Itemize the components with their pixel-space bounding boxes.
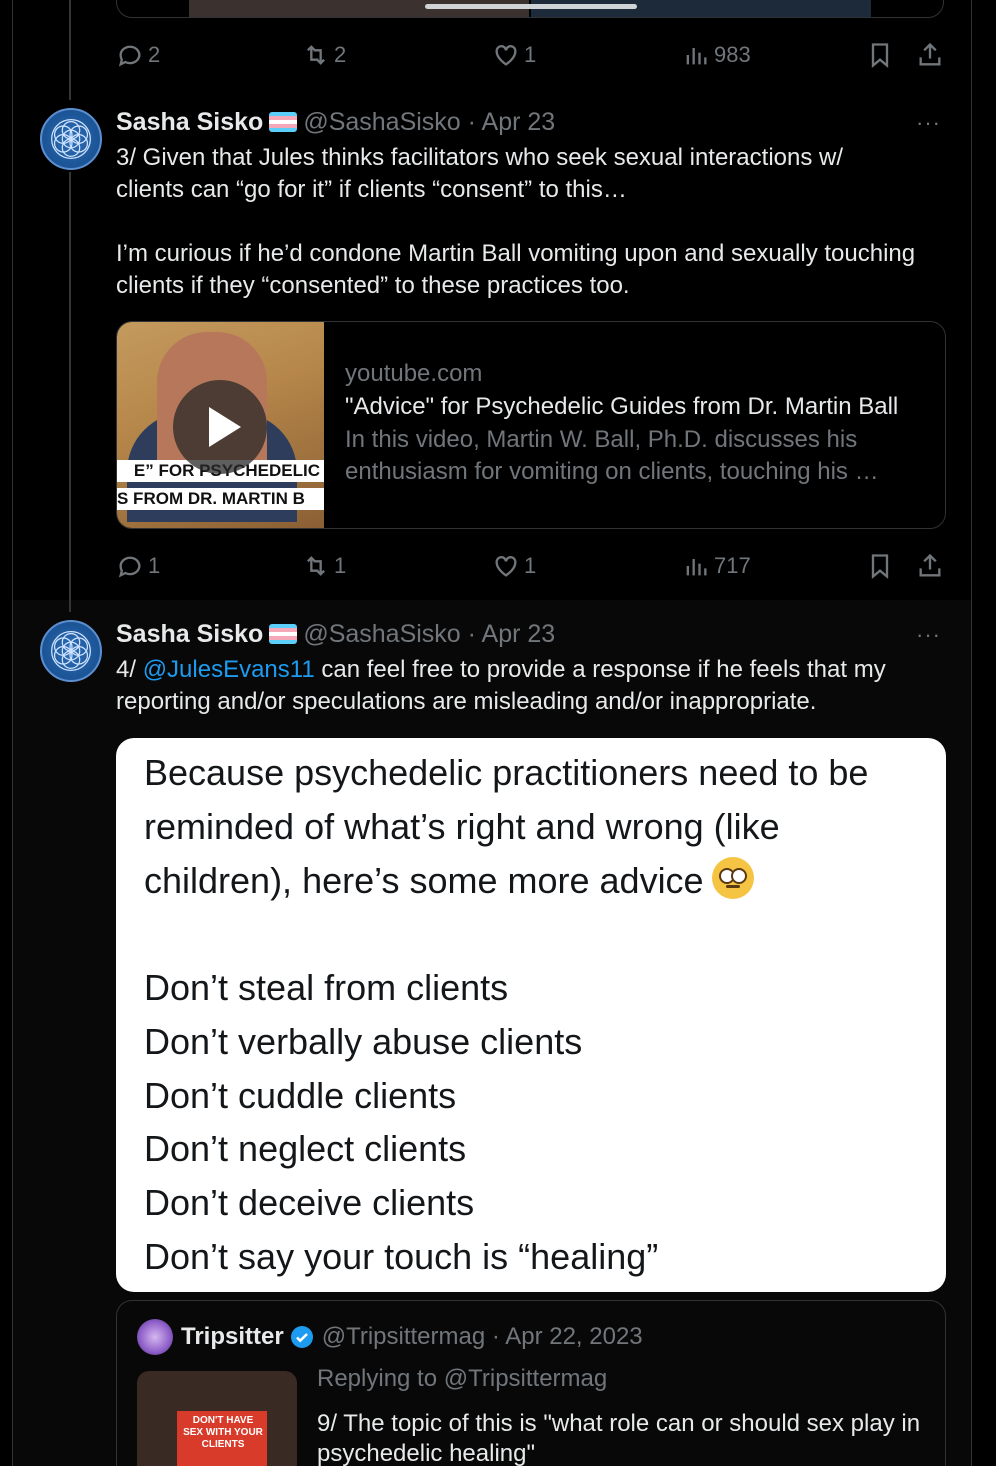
views-button[interactable]: 717 xyxy=(682,551,751,581)
share-button[interactable] xyxy=(916,40,944,70)
image-text-line: Because psychedelic practitioners need t… xyxy=(144,752,869,793)
image-text-line: reminded of what’s right and wrong (like xyxy=(144,806,780,847)
image-text-segment: children), here’s some more advice xyxy=(144,860,704,901)
attached-image[interactable]: Because psychedelic practitioners need t… xyxy=(116,738,946,1292)
reply-count: 1 xyxy=(148,553,161,578)
card-domain: youtube.com xyxy=(345,360,483,387)
quoted-tweet[interactable]: Tripsitter @Tripsittermag · Apr 22, 2023… xyxy=(116,1300,946,1466)
card-description: In this video, Martin W. Ball, Ph.D. dis… xyxy=(345,426,858,453)
tweet-header: Sasha Sisko @SashaSisko · Apr 23 xyxy=(116,107,555,137)
media-image[interactable] xyxy=(189,0,529,17)
tweet-paragraph: I’m curious if he’d condone Martin Ball … xyxy=(116,240,916,299)
views-button[interactable]: 983 xyxy=(682,40,751,70)
eye-roll-emoji-icon xyxy=(711,857,754,899)
repost-icon xyxy=(307,45,325,65)
trans-flag-icon xyxy=(269,624,298,644)
tweet-line: reporting and/or speculations are mislea… xyxy=(116,688,817,715)
quoted-tweet-text: 9/ The topic of this is "what role can o… xyxy=(317,1410,921,1466)
view-count: 717 xyxy=(714,553,751,578)
repost-button[interactable]: 2 xyxy=(302,40,346,70)
replying-to: Replying to @Tripsittermag xyxy=(317,1365,608,1392)
analytics-icon xyxy=(686,559,707,576)
share-icon xyxy=(919,553,941,577)
sign-text: DON'T HAVE SEX WITH YOUR CLIENTS xyxy=(183,1415,263,1450)
display-name[interactable]: Sasha Sisko xyxy=(116,620,263,649)
flower-of-life-icon xyxy=(51,631,91,671)
repost-count: 1 xyxy=(334,553,347,578)
reply-icon xyxy=(118,556,141,578)
repost-count: 2 xyxy=(334,42,347,67)
bookmark-icon xyxy=(871,43,889,68)
verified-badge-icon xyxy=(290,1326,313,1348)
display-name[interactable]: Tripsitter xyxy=(181,1323,284,1351)
tweet-paragraph: 3/ Given that Jules thinks facilitators … xyxy=(116,144,844,203)
previous-tweet-actions: 2 2 1 983 xyxy=(116,40,946,70)
tweet-prefix: 4/ xyxy=(116,656,143,683)
media-image[interactable] xyxy=(531,0,871,17)
handle-date[interactable]: @SashaSisko · Apr 23 xyxy=(303,620,555,649)
like-count: 1 xyxy=(524,42,537,67)
thread-line xyxy=(69,0,71,100)
card-description: enthusiasm for vomiting on clients, touc… xyxy=(345,458,879,485)
like-count: 1 xyxy=(524,553,537,578)
quoted-tweet-header: Tripsitter @Tripsittermag · Apr 22, 2023 xyxy=(181,1321,643,1353)
like-button[interactable]: 1 xyxy=(492,40,536,70)
thread-line xyxy=(69,172,71,612)
heart-icon xyxy=(495,45,517,66)
tweet-3-actions: 1 1 1 717 xyxy=(116,551,946,581)
tweet-header: Sasha Sisko @SashaSisko · Apr 23 xyxy=(116,619,555,649)
play-icon[interactable] xyxy=(173,380,267,474)
advice-item: Don’t cuddle clients xyxy=(144,1075,457,1116)
more-options-icon[interactable]: ··· xyxy=(916,110,946,135)
reply-icon xyxy=(118,45,141,67)
handle-date[interactable]: @SashaSisko · Apr 23 xyxy=(303,108,555,137)
repost-icon xyxy=(307,556,325,576)
link-card[interactable]: E” FOR PSYCHEDELIC S FROM DR. MARTIN B y… xyxy=(116,321,946,529)
heart-icon xyxy=(495,556,517,577)
advice-item: Don’t deceive clients xyxy=(144,1182,475,1223)
card-title: "Advice" for Psychedelic Guides from Dr.… xyxy=(345,393,899,420)
analytics-icon xyxy=(686,48,707,65)
avatar[interactable] xyxy=(40,620,102,682)
quoted-tweet-image[interactable]: DON'T HAVE SEX WITH YOUR CLIENTS xyxy=(137,1371,297,1466)
mention-link[interactable]: @JulesEvans11 xyxy=(143,656,315,683)
card-info: youtube.com "Advice" for Psychedelic Gui… xyxy=(345,358,935,488)
display-name[interactable]: Sasha Sisko xyxy=(116,108,263,137)
avatar[interactable] xyxy=(40,108,102,170)
share-icon xyxy=(919,42,941,66)
share-button[interactable] xyxy=(916,551,944,581)
advice-item: Don’t verbally abuse clients xyxy=(144,1021,583,1062)
reply-button[interactable]: 1 xyxy=(116,551,160,581)
handle-date[interactable]: @Tripsittermag · Apr 22, 2023 xyxy=(322,1323,643,1351)
advice-item: Don’t steal from clients xyxy=(144,967,509,1008)
bookmark-button[interactable] xyxy=(866,551,894,581)
like-button[interactable]: 1 xyxy=(492,551,536,581)
bookmark-button[interactable] xyxy=(866,40,894,70)
previous-tweet-media[interactable] xyxy=(116,0,944,18)
thumbnail-caption: S FROM DR. MARTIN B xyxy=(117,488,324,510)
trans-flag-icon xyxy=(269,112,298,132)
more-options-icon[interactable]: ··· xyxy=(916,622,946,647)
view-count: 983 xyxy=(714,42,751,67)
repost-button[interactable]: 1 xyxy=(302,551,346,581)
tweet-text: 4/ @JulesEvans11 can feel free to provid… xyxy=(116,654,956,718)
reply-button[interactable]: 2 xyxy=(116,40,160,70)
video-thumbnail[interactable]: E” FOR PSYCHEDELIC S FROM DR. MARTIN B xyxy=(117,322,324,528)
advice-item: Don’t neglect clients xyxy=(144,1128,467,1169)
tweet-text: 3/ Given that Jules thinks facilitators … xyxy=(116,142,956,302)
tweet-text-segment: can feel free to provide a response if h… xyxy=(314,656,886,683)
reply-count: 2 xyxy=(148,42,161,67)
avatar[interactable] xyxy=(137,1319,173,1355)
advice-item: Don’t say your touch is “healing” xyxy=(144,1236,659,1277)
media-scrollbar[interactable] xyxy=(425,4,637,9)
bookmark-icon xyxy=(871,554,889,579)
tweet-line: 4/ @JulesEvans11 can feel free to provid… xyxy=(116,654,956,686)
flower-of-life-icon xyxy=(51,119,91,159)
image-text-line: children), here’s some more advice xyxy=(144,854,754,908)
